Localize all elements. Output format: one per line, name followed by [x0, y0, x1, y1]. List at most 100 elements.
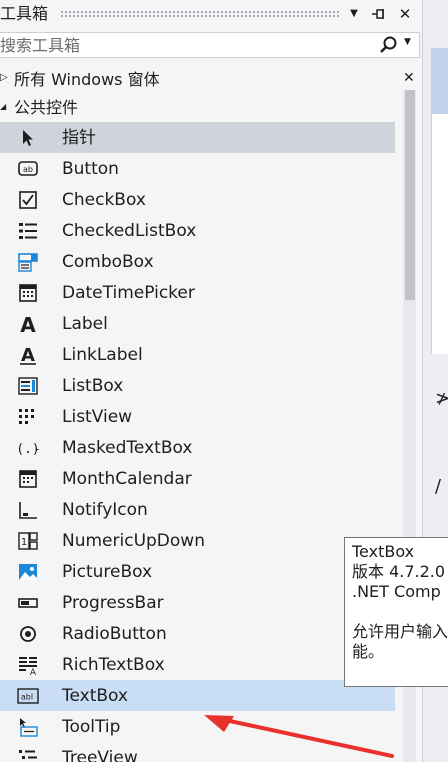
toolbox-item-richtextbox[interactable]: A RichTextBox — [0, 649, 402, 680]
pointer-icon — [23, 130, 33, 146]
control-list: 指针 ab Button CheckBox CheckedListBox ComboBox… — [0, 122, 402, 762]
svg-text:abl: abl — [21, 693, 33, 702]
svg-text:ab: ab — [23, 165, 33, 174]
toolbox-item-label: 指针 — [62, 128, 96, 148]
toolbox-item-numericupdown[interactable]: 1 NumericUpDown — [0, 525, 402, 556]
button-icon: ab — [18, 161, 38, 176]
tooltip-description: 允许用户输入 — [352, 622, 448, 641]
group-label: 公共控件 — [14, 98, 79, 117]
pin-icon[interactable] — [369, 4, 389, 24]
editor-glyph: ≯ — [435, 388, 448, 409]
toolbox-item-label[interactable]: A Label — [0, 308, 402, 339]
tooltip-icon — [20, 718, 38, 737]
toolbox-item-label: MaskedTextBox — [62, 438, 193, 458]
toolbox-item-label: LinkLabel — [62, 345, 143, 365]
toolbox-item-monthcalendar[interactable]: MonthCalendar — [0, 463, 402, 494]
toolbox-item-listbox[interactable]: ListBox — [0, 370, 402, 401]
notify-icon — [19, 502, 37, 519]
tooltip-title: TextBox — [352, 542, 415, 561]
combobox-icon — [18, 253, 38, 272]
toolbox-item-label: ToolTip — [62, 717, 121, 737]
svg-text:A: A — [30, 668, 37, 676]
textbox-icon: abl — [17, 688, 39, 704]
title-grip[interactable] — [60, 10, 340, 18]
tooltip-description-cont: 能。 — [352, 642, 385, 661]
search-box: ▼ — [0, 32, 420, 58]
checked-list-icon — [19, 223, 37, 239]
group-all-windows-forms[interactable]: ▷ 所有 Windows 窗体 — [0, 66, 402, 94]
tooltip-version: 版本 4.7.2.0 — [352, 562, 446, 581]
search-icon[interactable] — [378, 35, 400, 55]
textbox-tooltip: TextBox 版本 4.7.2.0 .NET Comp 允许用户输入 能。 — [344, 537, 448, 687]
title-bar: 工具箱 ▼ ✕ — [0, 0, 422, 28]
window-menu-dropdown-icon[interactable]: ▼ — [344, 4, 364, 24]
toolbox-item-label: DateTimePicker — [62, 283, 195, 303]
collapse-arrow-icon[interactable]: ◢ — [0, 102, 6, 111]
group-common-controls[interactable]: ◢ 公共控件 — [0, 94, 402, 122]
toolbox-item-listview[interactable]: ListView — [0, 401, 402, 432]
toolbox-item-label: CheckedListBox — [62, 221, 197, 241]
close-icon[interactable]: ✕ — [403, 70, 415, 86]
svg-text:A: A — [20, 313, 36, 335]
pin-glyph — [372, 9, 384, 19]
toolbox-item-checkbox[interactable]: CheckBox — [0, 184, 402, 215]
toolbox-item-datetimepicker[interactable]: DateTimePicker — [0, 277, 402, 308]
annotation-arrow-icon — [204, 715, 394, 758]
toolbox-item-button[interactable]: ab Button — [0, 153, 402, 184]
listbox-icon — [18, 377, 38, 395]
toolbox-item-pointer[interactable]: 指针 — [0, 122, 395, 153]
linklabel-icon: A — [20, 345, 36, 366]
checkbox-icon — [19, 191, 37, 209]
listview-icon — [19, 409, 34, 424]
toolbox-item-checkedlistbox[interactable]: CheckedListBox — [0, 215, 402, 246]
toolbox-item-picturebox[interactable]: PictureBox — [0, 556, 402, 587]
svg-text:A: A — [21, 345, 35, 366]
toolbox-item-label: RadioButton — [62, 624, 167, 644]
numeric-updown-icon: 1 — [18, 532, 38, 550]
radiobutton-icon — [20, 626, 36, 642]
toolbox-item-combobox[interactable]: ComboBox — [0, 246, 402, 277]
toolbox-item-textbox[interactable]: abl TextBox — [0, 680, 395, 711]
picturebox-icon — [19, 564, 37, 580]
toolbox-item-label: TextBox — [62, 686, 128, 706]
tooltip-framework: .NET Comp — [352, 582, 441, 601]
toolbox-item-label: CheckBox — [62, 190, 146, 210]
tooltip-spacer — [352, 602, 448, 622]
toolbox-item-label: NotifyIcon — [62, 500, 148, 520]
group-label: 所有 Windows 窗体 — [14, 70, 160, 89]
toolbox-item-label: Button — [62, 159, 119, 179]
toolbox-item-label: ListBox — [62, 376, 124, 396]
toolbox-item-label: Label — [62, 314, 108, 334]
close-icon[interactable]: ✕ — [395, 4, 415, 24]
editor-panel — [431, 114, 448, 354]
toolbox-item-label: MonthCalendar — [62, 469, 192, 489]
toolbox-item-label: PictureBox — [62, 562, 153, 582]
treeview-icon — [19, 750, 37, 759]
toolbox-item-label: TreeView — [62, 748, 138, 762]
toolbox-item-label: ComboBox — [62, 252, 154, 272]
svg-text:1: 1 — [21, 537, 27, 548]
expand-arrow-icon[interactable]: ▷ — [0, 72, 8, 83]
toolbox-item-label: RichTextBox — [62, 655, 165, 675]
toolbox-item-label: NumericUpDown — [62, 531, 205, 551]
month-calendar-icon — [19, 470, 37, 488]
toolbox-item-progressbar[interactable]: ProgressBar — [0, 587, 402, 618]
search-options-dropdown-icon[interactable]: ▼ — [404, 37, 411, 47]
toolbox-item-maskedtextbox[interactable]: (.) - MaskedTextBox — [0, 432, 402, 463]
calendar-icon — [19, 284, 37, 302]
scrollbar-thumb[interactable] — [405, 90, 415, 300]
toolbox-item-notifyicon[interactable]: NotifyIcon — [0, 494, 402, 525]
progressbar-icon — [18, 598, 38, 608]
editor-glyph: / — [435, 476, 442, 497]
toolbox-item-linklabel[interactable]: A LinkLabel — [0, 339, 402, 370]
toolbox-item-radiobutton[interactable]: RadioButton — [0, 618, 402, 649]
search-input[interactable] — [0, 33, 370, 57]
masked-textbox-icon: (.)- — [17, 442, 39, 457]
richtextbox-icon: A — [19, 657, 37, 676]
toolbox-tree: ▷ 所有 Windows 窗体 ◢ 公共控件 指针 ab Button CheckBo… — [0, 66, 402, 762]
window-title: 工具箱 — [0, 4, 49, 23]
toolbox-window: 工具箱 ▼ ✕ ▼ ▷ 所有 Windows 窗体 ◢ 公共控件 指针 — [0, 0, 448, 762]
toolbox-item-label: ListView — [62, 407, 133, 427]
editor-tab-accent — [431, 48, 448, 114]
toolbox-item-label: ProgressBar — [62, 593, 164, 613]
